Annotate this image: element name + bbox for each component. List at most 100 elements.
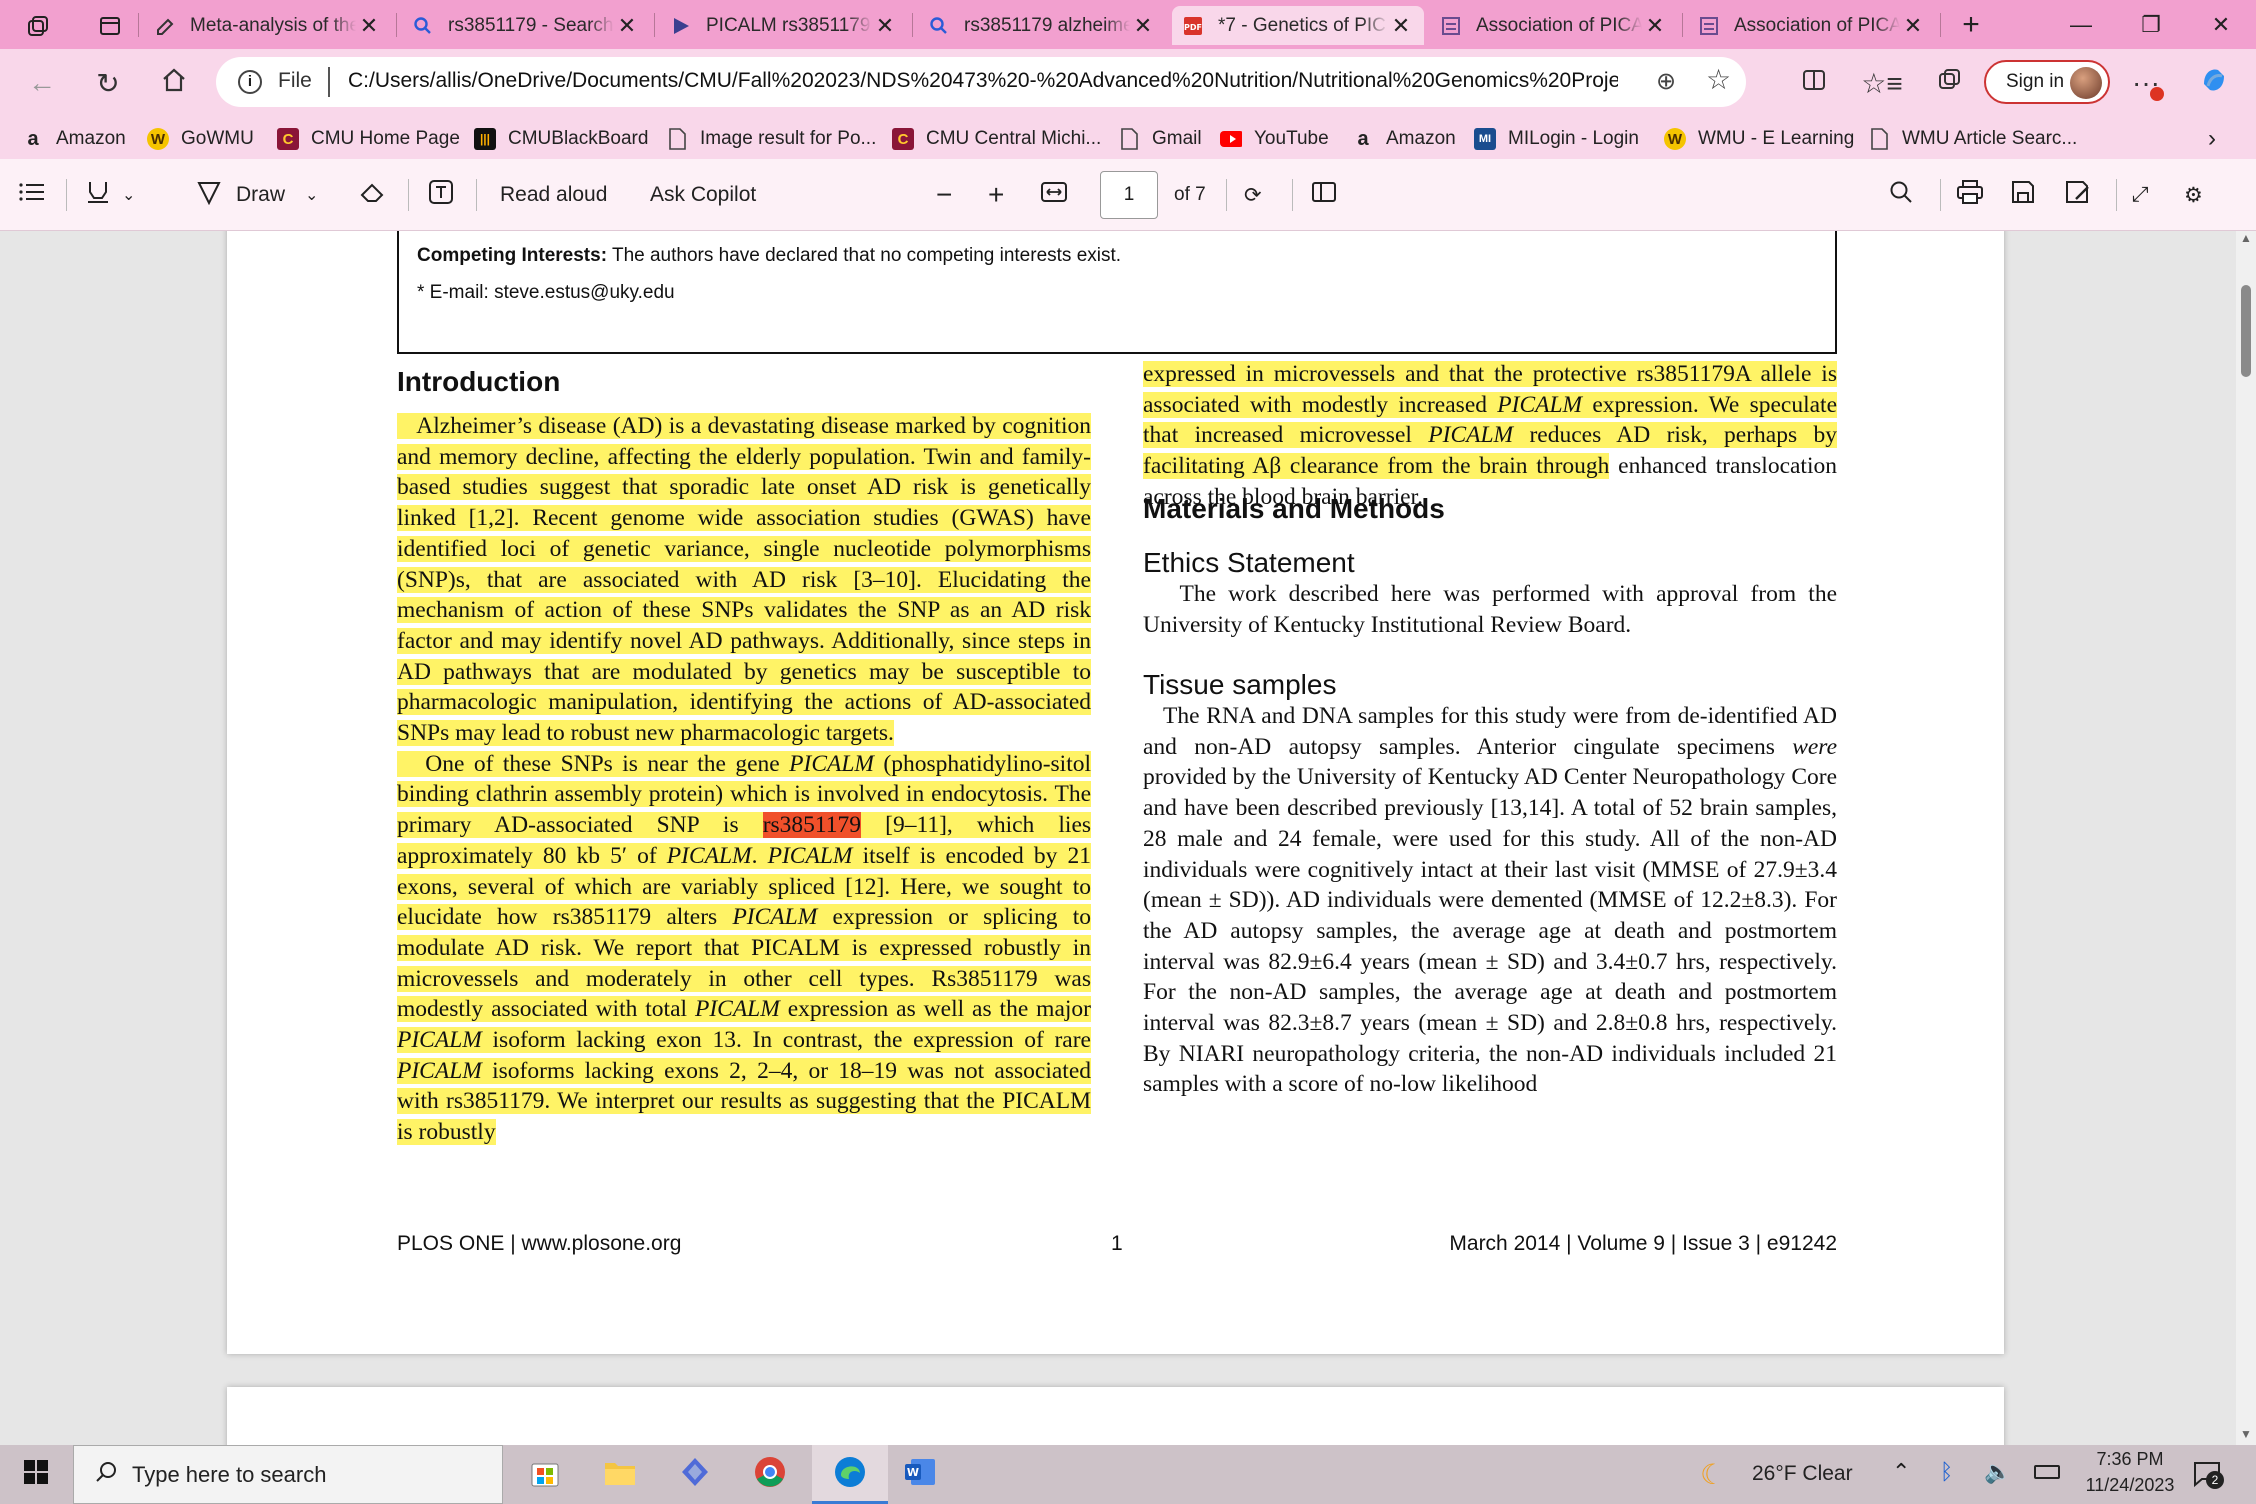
scroll-up-icon[interactable]: ▲ — [2240, 231, 2252, 245]
bluetooth-icon[interactable]: ᛒ — [1940, 1459, 1953, 1485]
notifications-button[interactable]: 2 — [2192, 1459, 2224, 1489]
favorite-amazon[interactable]: a Amazon — [22, 125, 125, 153]
zoom-icon[interactable]: ⊕ — [1656, 67, 1676, 96]
split-screen-button[interactable] — [1790, 59, 1838, 107]
clock-time[interactable]: 7:36 PM — [2080, 1449, 2180, 1470]
close-tab-icon[interactable]: ✕ — [1130, 13, 1156, 39]
info-icon[interactable]: i — [238, 70, 262, 94]
minimize-button[interactable]: — — [2046, 0, 2116, 49]
favorite-star-icon[interactable]: ☆ — [1706, 63, 1731, 96]
fit-width-button[interactable] — [1040, 177, 1068, 213]
taskbar-search[interactable]: Type here to search — [73, 1445, 503, 1504]
ask-copilot-label: Ask Copilot — [650, 183, 757, 206]
address-url[interactable]: C:/Users/allis/OneDrive/Documents/CMU/Fa… — [348, 69, 1618, 93]
battery-icon[interactable] — [2034, 1465, 2060, 1479]
full-screen-button[interactable]: ⤢ — [2132, 177, 2149, 213]
refresh-icon: ↻ — [96, 67, 120, 99]
collections-button[interactable] — [1926, 59, 1974, 107]
favorite-cmu-blackboard[interactable]: ||| CMUBlackBoard — [474, 125, 648, 153]
page-number-input[interactable]: 1 — [1100, 171, 1158, 219]
favorites-button[interactable]: ☆≡ — [1858, 59, 1906, 107]
close-tab-icon[interactable]: ✕ — [614, 13, 640, 39]
taskbar-edge[interactable] — [830, 1455, 870, 1495]
tab-association-1[interactable]: Association of PICAI ✕ — [1430, 6, 1678, 45]
favorites-overflow-button[interactable]: › — [2208, 125, 2216, 153]
vertical-scrollbar[interactable]: ▲ ▼ — [2236, 231, 2256, 1445]
copilot-button[interactable] — [2190, 59, 2238, 107]
favorite-amazon-2[interactable]: a Amazon — [1352, 125, 1456, 153]
favorite-wmu-article[interactable]: WMU Article Searc... — [1868, 125, 2077, 153]
chevron-up-icon[interactable]: ⌃ — [1892, 1459, 1910, 1485]
print-button[interactable] — [1956, 177, 1984, 213]
tab-rs3851179-search[interactable]: rs3851179 - Search ✕ — [402, 6, 650, 45]
home-button[interactable] — [150, 59, 198, 107]
close-tab-icon[interactable]: ✕ — [1642, 13, 1668, 39]
favorite-label: CMU Central Michi... — [926, 128, 1102, 149]
sign-in-button[interactable]: Sign in — [1984, 60, 2110, 104]
favorite-milogin[interactable]: MI MILogin - Login — [1474, 125, 1639, 153]
draw-button[interactable]: Draw ⌄ — [196, 177, 318, 213]
pdf-settings-button[interactable]: ⚙ — [2184, 177, 2203, 213]
zoom-out-button[interactable]: − — [936, 177, 952, 213]
chevron-down-icon[interactable]: ⌄ — [122, 185, 135, 205]
favorite-cmu-home[interactable]: C CMU Home Page — [277, 125, 460, 153]
close-window-button[interactable]: ✕ — [2186, 0, 2256, 49]
scrollbar-thumb[interactable] — [2241, 285, 2251, 377]
tab-actions-icon — [99, 15, 121, 37]
tab-title: Association of PICAI — [1476, 14, 1642, 36]
close-tab-icon[interactable]: ✕ — [356, 13, 382, 39]
taskbar-copilot-app[interactable] — [675, 1455, 715, 1495]
favorite-label: Amazon — [1386, 128, 1456, 149]
read-aloud-button[interactable]: Read aloud — [500, 177, 607, 213]
favorite-gmail[interactable]: Gmail — [1118, 125, 1202, 153]
taskbar-word[interactable]: W — [900, 1455, 940, 1495]
taskbar-chrome[interactable] — [750, 1455, 790, 1495]
rotate-button[interactable]: ⟳ — [1244, 177, 1262, 213]
favorite-gowmu[interactable]: W GoWMU — [147, 125, 254, 153]
start-button[interactable] — [16, 1455, 56, 1495]
close-tab-icon[interactable]: ✕ — [872, 13, 898, 39]
chevron-right-icon: › — [2208, 125, 2216, 152]
taskbar-file-explorer[interactable] — [600, 1455, 640, 1495]
restore-button[interactable]: ❐ — [2116, 0, 2186, 49]
tab-genetics-pdf[interactable]: PDF *7 - Genetics of PIC ✕ — [1172, 6, 1424, 45]
tab-picalm[interactable]: PICALM rs3851179 ✕ — [660, 6, 908, 45]
settings-more-button[interactable]: ··· — [2122, 59, 2170, 107]
workspaces-button[interactable] — [14, 6, 62, 45]
fit-width-icon — [1040, 180, 1068, 210]
refresh-button[interactable]: ↻ — [84, 59, 132, 107]
new-tab-button[interactable]: + — [1946, 0, 1996, 49]
scroll-down-icon[interactable]: ▼ — [2240, 1427, 2252, 1441]
contents-button[interactable] — [18, 177, 46, 213]
favorite-youtube[interactable]: YouTube — [1220, 125, 1329, 153]
address-bar[interactable]: i File C:/Users/allis/OneDrive/Documents… — [216, 57, 1746, 107]
save-button[interactable] — [2010, 177, 2036, 213]
favorite-cmu-central[interactable]: C CMU Central Michi... — [892, 125, 1101, 153]
weather-text[interactable]: 26°F Clear — [1752, 1462, 1853, 1486]
close-tab-icon[interactable]: ✕ — [1388, 13, 1414, 39]
chevron-down-icon[interactable]: ⌄ — [305, 185, 318, 205]
close-tab-icon[interactable]: ✕ — [1900, 13, 1926, 39]
favorite-image-result[interactable]: Image result for Po... — [666, 125, 876, 153]
highlight-button[interactable]: ⌄ — [84, 177, 135, 213]
volume-icon[interactable]: 🔈 — [1984, 1459, 2011, 1485]
taskbar-store[interactable] — [525, 1455, 565, 1495]
back-button[interactable]: ← — [18, 59, 66, 107]
blackboard-icon: ||| — [474, 128, 496, 150]
ask-copilot-button[interactable]: Ask Copilot — [650, 177, 756, 213]
zoom-in-button[interactable]: + — [988, 177, 1004, 213]
address-row: ← ↻ i File C:/Users/allis/OneDrive/Docum… — [0, 49, 2256, 117]
clock-date[interactable]: 11/24/2023 — [2080, 1475, 2180, 1496]
favorite-label: Image result for Po... — [700, 128, 877, 149]
tab-rs3851179-alzheimer[interactable]: rs3851179 alzheime ✕ — [918, 6, 1166, 45]
save-as-button[interactable] — [2064, 177, 2092, 213]
page-view-button[interactable] — [1310, 177, 1338, 213]
tab-meta-analysis[interactable]: Meta-analysis of the ✕ — [144, 6, 392, 45]
add-text-button[interactable] — [428, 177, 454, 213]
favorite-wmu-elearning[interactable]: W WMU - E Learning — [1664, 125, 1854, 153]
tab-actions-button[interactable] — [86, 6, 134, 45]
find-button[interactable] — [1888, 177, 1914, 213]
tab-association-2[interactable]: Association of PICA ✕ — [1688, 6, 1936, 45]
erase-button[interactable] — [358, 177, 386, 213]
document-viewport[interactable]: Competing Interests: The authors have de… — [0, 231, 2236, 1445]
